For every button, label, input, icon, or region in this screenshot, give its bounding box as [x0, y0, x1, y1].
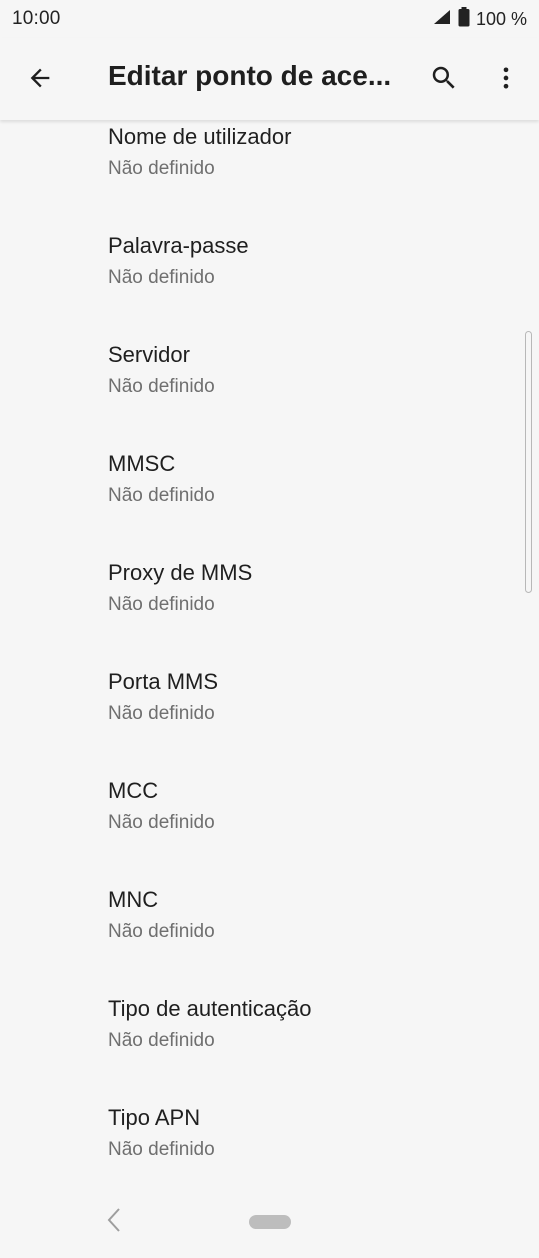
item-title: Nome de utilizador [108, 124, 292, 149]
item-title: Servidor [108, 342, 190, 367]
chevron-left-icon [106, 1207, 122, 1238]
list-item-apn-type[interactable]: Tipo APN Não definido [0, 1105, 539, 1186]
list-item-mnc[interactable]: MNC Não definido [0, 887, 539, 996]
search-button[interactable] [420, 56, 468, 104]
item-summary: Não definido [108, 1139, 215, 1160]
item-summary: Não definido [108, 158, 215, 179]
navigation-bar [0, 1186, 539, 1258]
item-summary: Não definido [108, 267, 215, 288]
item-summary: Não definido [108, 812, 215, 833]
list-item-mcc[interactable]: MCC Não definido [0, 778, 539, 887]
item-title: MNC [108, 887, 159, 912]
list-item-mmsc[interactable]: MMSC Não definido [0, 451, 539, 560]
item-summary: Não definido [108, 376, 215, 397]
more-vert-icon [492, 64, 520, 97]
item-title: Proxy de MMS [108, 560, 253, 585]
battery-percentage: 100 % [475, 8, 527, 29]
list-item-auth-type[interactable]: Tipo de autenticação Não definido [0, 996, 539, 1105]
item-summary: Não definido [108, 703, 215, 724]
search-icon [429, 63, 459, 98]
status-icons: 100 % [432, 6, 527, 32]
more-options-button[interactable] [482, 56, 530, 104]
item-title: Palavra-passe [108, 233, 249, 258]
scrollbar[interactable] [525, 331, 532, 593]
arrow-left-icon [26, 64, 54, 97]
item-summary: Não definido [108, 1030, 215, 1051]
signal-icon [432, 9, 452, 30]
item-summary: Não definido [108, 921, 215, 942]
item-title: MCC [108, 778, 159, 803]
home-pill-icon[interactable] [249, 1215, 291, 1229]
list-item-server[interactable]: Servidor Não definido [0, 342, 539, 451]
list-item-mms-port[interactable]: Porta MMS Não definido [0, 669, 539, 778]
battery-icon [458, 6, 470, 32]
item-title: MMSC [108, 451, 176, 476]
list-item-username[interactable]: Nome de utilizador Não definido [0, 124, 539, 233]
list-item-mms-proxy[interactable]: Proxy de MMS Não definido [0, 560, 539, 669]
screen: 10:00 100 % Editar ponto de ace... Nome … [0, 0, 539, 1258]
page-title: Editar ponto de ace... [108, 60, 392, 91]
item-summary: Não definido [108, 485, 215, 506]
back-button[interactable] [16, 56, 64, 104]
item-summary: Não definido [108, 594, 215, 615]
status-bar: 10:00 100 % [0, 0, 539, 38]
item-title: Tipo APN [108, 1105, 201, 1130]
item-title: Porta MMS [108, 669, 219, 694]
app-bar: Editar ponto de ace... [0, 38, 539, 120]
list-item-password[interactable]: Palavra-passe Não definido [0, 233, 539, 342]
item-title: Tipo de autenticação [108, 996, 312, 1021]
nav-back-button[interactable] [100, 1207, 128, 1238]
status-time: 10:00 [12, 8, 61, 29]
apn-settings-list: Nome de utilizador Não definido Palavra-… [0, 120, 539, 1186]
